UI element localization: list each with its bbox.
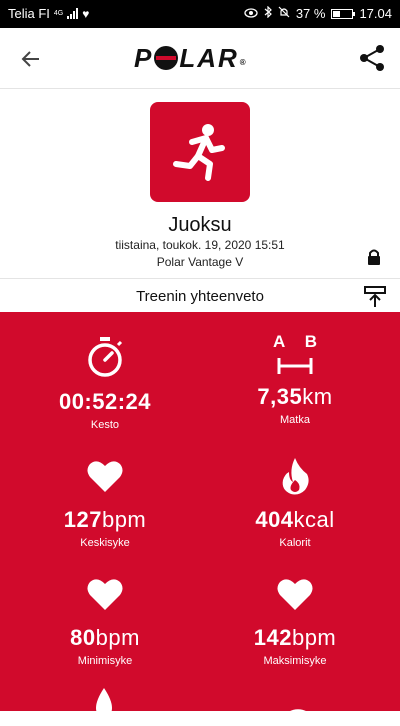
distance-label: Matka xyxy=(280,414,310,426)
avg-hr-unit: bpm xyxy=(101,507,147,532)
heart-icon xyxy=(195,574,395,619)
bluetooth-icon xyxy=(264,5,272,21)
min-hr-value: 80 xyxy=(70,625,96,650)
share-icon[interactable] xyxy=(358,44,386,72)
running-sport-icon xyxy=(150,102,250,202)
status-bar: Telia FI 4G ♥ 37 % 17.04 xyxy=(0,0,400,28)
export-icon[interactable] xyxy=(364,286,386,308)
polar-logo: P LAR® xyxy=(134,43,248,73)
network-type: 4G xyxy=(53,10,64,17)
carrier-label: Telia FI xyxy=(8,6,50,21)
battery-icon xyxy=(331,8,356,19)
avg-hr-label: Keskisyke xyxy=(80,537,130,549)
device-name: Polar Vantage V xyxy=(156,255,244,269)
stat-distance: A B 7,35km Matka xyxy=(195,332,395,426)
max-hr-label: Maksimisyke xyxy=(263,655,327,667)
mute-bell-icon xyxy=(278,6,290,21)
duration-label: Kesto xyxy=(90,419,120,431)
distance-ab-icon: A B xyxy=(265,332,325,378)
min-hr-unit: bpm xyxy=(95,625,140,650)
clock: 17.04 xyxy=(359,6,392,21)
stat-duration: 00:52:24 Kesto xyxy=(5,336,205,431)
app-header: P LAR® xyxy=(0,28,400,89)
stats-panel: 00:52:24 Kesto A B 7,35km Matka 127bpm K… xyxy=(0,312,400,723)
heart-icon xyxy=(5,456,205,501)
summary-title: Treenin yhteenveto xyxy=(136,288,264,305)
stat-min-hr: 80bpm Minimisyke xyxy=(5,574,205,667)
sport-title: Juoksu xyxy=(168,214,232,236)
min-hr-label: Minimisyke xyxy=(77,655,133,667)
flame-icon xyxy=(195,456,395,501)
activity-datetime: tiistaina, toukok. 19, 2020 15:51 xyxy=(115,238,285,252)
next-row-drop-icon xyxy=(92,686,116,721)
health-heart-icon: ♥ xyxy=(82,6,90,21)
battery-percent: 37 % xyxy=(295,6,326,21)
calories-label: Kalorit xyxy=(279,537,311,549)
max-hr-unit: bpm xyxy=(291,625,337,650)
signal-icon xyxy=(67,8,79,19)
stat-calories: 404kcal Kalorit xyxy=(195,456,395,549)
calories-value: 404 xyxy=(255,507,294,532)
distance-value: 7,35 xyxy=(257,384,303,409)
summary-header: Treenin yhteenveto xyxy=(0,278,400,313)
stopwatch-icon xyxy=(5,336,205,383)
heart-icon xyxy=(5,574,205,619)
next-row-ring-icon xyxy=(276,701,320,726)
lock-icon[interactable] xyxy=(366,248,382,266)
avg-hr-value: 127 xyxy=(63,507,102,532)
back-arrow-icon[interactable] xyxy=(18,46,44,72)
stat-max-hr: 142bpm Maksimisyke xyxy=(195,574,395,667)
calories-unit: kcal xyxy=(293,507,335,532)
max-hr-value: 142 xyxy=(253,625,292,650)
duration-value: 00:52:24 xyxy=(58,389,152,414)
stat-avg-hr: 127bpm Keskisyke xyxy=(5,456,205,549)
distance-unit: km xyxy=(302,384,333,409)
eye-icon xyxy=(244,6,258,21)
